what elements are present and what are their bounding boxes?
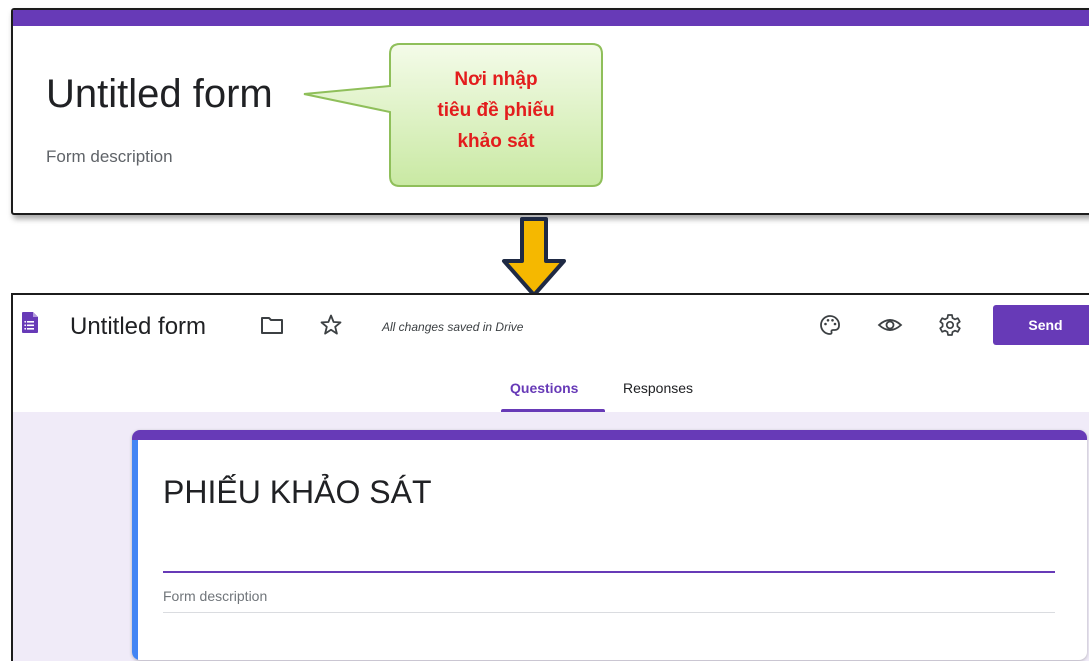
gear-icon[interactable] — [938, 313, 962, 337]
down-arrow-icon — [502, 217, 566, 297]
tab-questions[interactable]: Questions — [510, 380, 578, 396]
save-status: All changes saved in Drive — [382, 320, 524, 334]
callout-line: khảo sát — [457, 131, 535, 152]
document-title[interactable]: Untitled form — [70, 313, 206, 341]
folder-icon[interactable] — [260, 315, 284, 335]
card-focus-indicator — [132, 440, 138, 660]
callout-text: Nơi nhập tiêu đề phiếu khảo sát — [390, 64, 602, 157]
send-button[interactable]: Send — [993, 305, 1089, 345]
description-input-underline — [163, 612, 1055, 613]
forms-editor-panel: Untitled form All changes saved in Drive… — [11, 293, 1089, 661]
form-description-input[interactable]: Form description — [163, 588, 267, 604]
title-input-underline — [163, 571, 1055, 573]
form-title-input[interactable]: PHIẾU KHẢO SÁT — [163, 474, 432, 511]
callout-line: tiêu đề phiếu — [437, 100, 555, 121]
original-form-title[interactable]: Untitled form — [46, 72, 273, 117]
form-header-band — [13, 10, 1089, 26]
callout-line: Nơi nhập — [454, 69, 538, 90]
original-form-description[interactable]: Form description — [46, 147, 173, 167]
tab-responses[interactable]: Responses — [623, 380, 693, 396]
star-icon[interactable] — [319, 313, 343, 337]
forms-doc-icon[interactable] — [22, 312, 38, 333]
eye-icon[interactable] — [877, 313, 903, 337]
palette-icon[interactable] — [818, 313, 842, 337]
editor-topbar: Untitled form All changes saved in Drive… — [13, 295, 1089, 363]
card-header-band — [132, 430, 1087, 440]
form-title-card[interactable]: PHIẾU KHẢO SÁT Form description — [132, 430, 1087, 660]
